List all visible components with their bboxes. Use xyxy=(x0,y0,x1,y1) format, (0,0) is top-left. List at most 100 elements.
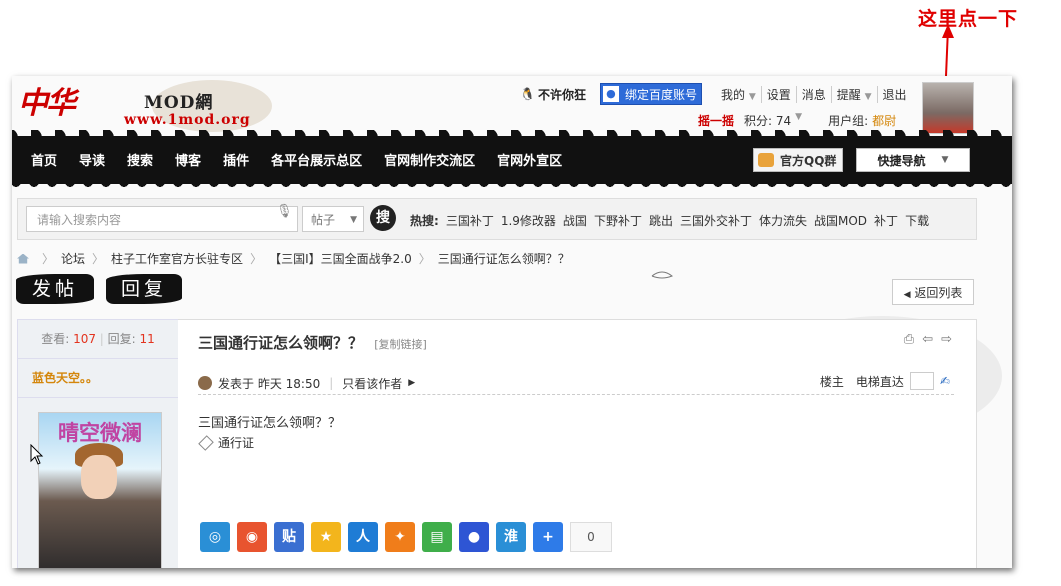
hot-search-item[interactable]: 下载 xyxy=(905,212,929,229)
chevron-down-icon: ▼ xyxy=(795,112,803,122)
menu-messages[interactable]: 消息 xyxy=(795,85,831,103)
hot-search-item[interactable]: 三国外交补丁 xyxy=(680,212,752,229)
meta-divider: | xyxy=(329,376,334,390)
douban-share-icon[interactable]: ▤ xyxy=(422,522,452,552)
home-icon[interactable] xyxy=(17,253,29,264)
bind-baidu-label: 绑定百度账号 xyxy=(624,87,697,102)
search-type-select[interactable]: 帖子 ▼ xyxy=(302,206,364,232)
baidu-paw-icon: ● xyxy=(602,86,619,102)
search-bar: 请输入搜索内容 🎙 帖子 ▼ 搜 热搜: 三国补丁 1.9修改器 战国 下野补丁… xyxy=(17,198,977,240)
post-time: 发表于 昨天 18:50 xyxy=(218,376,321,391)
nav-official-exchange[interactable]: 官网制作交流区 xyxy=(373,150,486,169)
author-avatar[interactable]: 晴空微澜 xyxy=(38,412,162,568)
nav-blog[interactable]: 博客 xyxy=(164,150,212,169)
friends-share-icon[interactable]: ✦ xyxy=(385,522,415,552)
group-value[interactable]: 都尉 xyxy=(872,112,896,129)
hot-search-item[interactable]: 下野补丁 xyxy=(594,212,642,229)
post-meta: 发表于 昨天 18:50 | 只看该作者 ▶ 楼主 电梯直达 ✍ xyxy=(198,372,954,395)
hot-search-item[interactable]: 三国补丁 xyxy=(446,212,494,229)
user-avatar[interactable] xyxy=(922,82,974,134)
more-share-icon[interactable]: + xyxy=(533,522,563,552)
search-button[interactable]: 搜 xyxy=(370,205,396,231)
replies-count: 11 xyxy=(139,332,155,346)
chevron-left-icon: ◀ xyxy=(903,290,911,300)
breadcrumb-section[interactable]: 柱子工作室官方长驻专区 xyxy=(111,250,243,267)
hot-search-item[interactable]: 补丁 xyxy=(874,212,898,229)
chevron-down-icon: ▼ xyxy=(748,91,756,102)
thread-stats: 查看: 107 | 回复: 11 xyxy=(18,320,178,359)
nav-home[interactable]: 首页 xyxy=(20,150,68,169)
share-count: 0 xyxy=(570,522,612,552)
breadcrumb-separator: 〉 xyxy=(418,252,431,266)
tag-icon xyxy=(198,434,214,451)
tieba-share-icon[interactable]: 贴 xyxy=(274,522,304,552)
qzone-share-icon[interactable]: ◎ xyxy=(200,522,230,552)
hot-search-item[interactable]: 战国MOD xyxy=(814,212,867,229)
logo-url: www.1mod.org xyxy=(124,112,251,128)
microphone-icon[interactable]: 🎙 xyxy=(276,204,293,219)
nav-platforms[interactable]: 各平台展示总区 xyxy=(260,150,373,169)
bind-baidu-button[interactable]: ● 绑定百度账号 xyxy=(599,83,702,105)
nav-plugins[interactable]: 插件 xyxy=(212,150,260,169)
renren-share-icon[interactable]: 人 xyxy=(348,522,378,552)
elevator-label: 电梯直达 xyxy=(855,374,904,389)
logo-mod: MOD網 xyxy=(144,93,214,113)
hot-search-item[interactable]: 跳出 xyxy=(649,212,673,229)
author-mini-avatar[interactable] xyxy=(198,376,212,390)
breadcrumb-forum[interactable]: 论坛 xyxy=(61,250,85,267)
chevron-down-icon: ▼ xyxy=(864,91,872,102)
hot-search-item[interactable]: 1.9修改器 xyxy=(501,212,556,229)
views-count: 107 xyxy=(73,332,96,346)
qq-group-label: 官方QQ群 xyxy=(780,153,837,168)
breadcrumb-separator: 〉 xyxy=(92,252,105,266)
search-input[interactable]: 请输入搜索内容 xyxy=(26,206,298,232)
qq-group-icon xyxy=(758,153,774,167)
qq-group-button[interactable]: 官方QQ群 xyxy=(753,148,844,172)
menu-settings[interactable]: 设置 xyxy=(760,85,796,103)
new-post-button[interactable]: 发帖 xyxy=(16,274,94,304)
breadcrumb-separator: 〉 xyxy=(42,252,55,266)
floor-input[interactable] xyxy=(909,372,934,390)
only-author-link[interactable]: 只看该作者 xyxy=(342,375,402,392)
post-title: 三国通行证怎么领啊？？ [复制链接] xyxy=(198,332,427,353)
nav-official-promo[interactable]: 官网外宣区 xyxy=(486,150,573,169)
username-link[interactable]: 不许你狂 xyxy=(538,86,586,103)
shake-link[interactable]: 摇一摇 xyxy=(698,112,734,129)
kaixin-share-icon[interactable]: 淮 xyxy=(496,522,526,552)
weibo-share-icon[interactable]: ◉ xyxy=(237,522,267,552)
menu-mine[interactable]: 我的 ▼ xyxy=(716,86,761,103)
go-floor-icon[interactable]: ✍ xyxy=(940,374,950,388)
back-to-list-label: 返回列表 xyxy=(914,286,963,300)
menu-reminders[interactable]: 提醒 ▼ xyxy=(830,85,877,103)
quick-nav-dropdown[interactable]: 快捷导航 ▼ xyxy=(856,148,970,172)
hot-search-item[interactable]: 体力流失 xyxy=(759,212,807,229)
group-label: 用户组: xyxy=(828,114,869,128)
reply-button[interactable]: 回复 xyxy=(106,274,182,304)
share-bar: ◎ ◉ 贴 ★ 人 ✦ ▤ ● 淮 + 0 xyxy=(200,522,612,552)
tag-link[interactable]: 通行证 xyxy=(218,434,254,451)
copy-link-button[interactable]: [复制链接] xyxy=(374,338,427,351)
points-link[interactable]: 积分: 74 xyxy=(744,112,791,129)
print-icon[interactable]: ⎙ xyxy=(904,332,922,347)
next-thread-icon[interactable]: ⇨ xyxy=(941,332,960,347)
author-name[interactable]: 蓝色天空。。 xyxy=(18,359,178,398)
baidu-share-icon[interactable]: ● xyxy=(459,522,489,552)
previous-thread-icon[interactable]: ⇦ xyxy=(922,332,941,347)
qq-share-icon[interactable]: ★ xyxy=(311,522,341,552)
nav-guide[interactable]: 导读 xyxy=(68,150,116,169)
breadcrumb-thread[interactable]: 三国通行证怎么领啊？？ xyxy=(438,250,570,267)
breadcrumb: 〉 论坛 〉 柱子工作室官方长驻专区 〉 【三国Ⅰ】三国全面战争2.0 〉 三国… xyxy=(17,250,570,267)
chevron-down-icon: ▼ xyxy=(941,155,949,165)
back-to-list-button[interactable]: ◀ 返回列表 xyxy=(892,279,974,305)
breadcrumb-board[interactable]: 【三国Ⅰ】三国全面战争2.0 xyxy=(269,250,412,267)
nav-search[interactable]: 搜索 xyxy=(116,150,164,169)
floor-tools: 楼主 电梯直达 ✍ xyxy=(820,372,950,390)
menu-logout[interactable]: 退出 xyxy=(876,85,912,103)
site-logo[interactable]: 中华 xyxy=(18,78,76,122)
qq-penguin-icon: 🐧 xyxy=(520,87,535,101)
hot-search-item[interactable]: 战国 xyxy=(563,212,587,229)
play-icon: ▶ xyxy=(408,378,416,388)
post-title-text: 三国通行证怎么领啊？？ xyxy=(198,334,364,352)
search-type-value: 帖子 xyxy=(311,213,336,227)
post-body: 三国通行证怎么领啊？？ xyxy=(198,416,342,431)
